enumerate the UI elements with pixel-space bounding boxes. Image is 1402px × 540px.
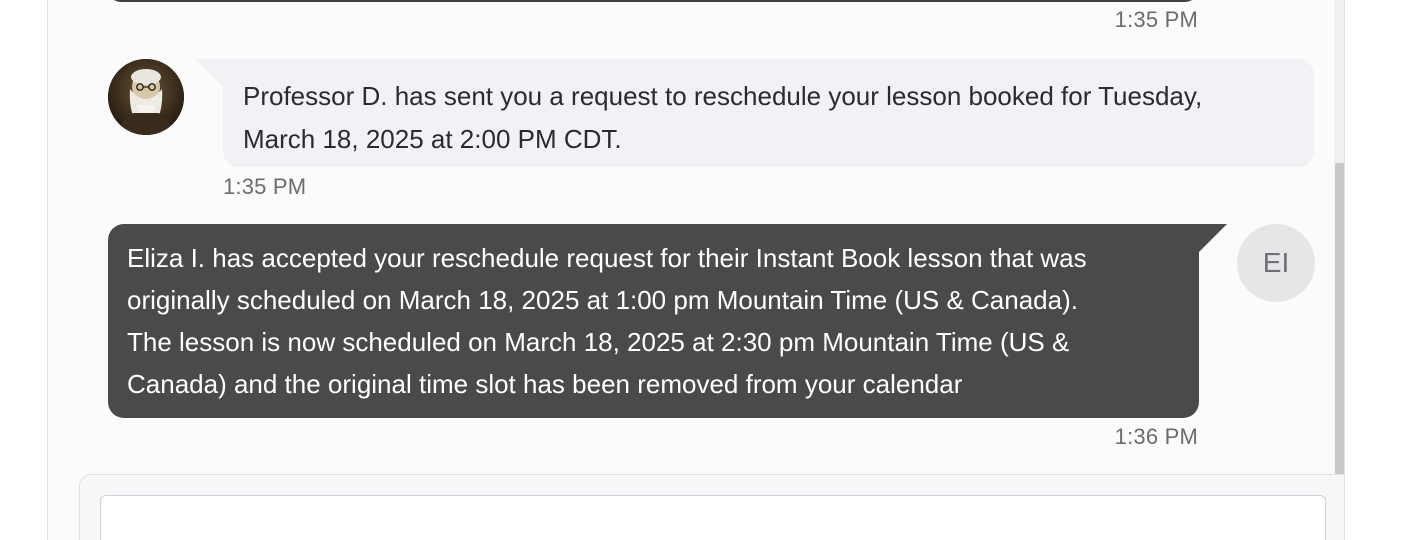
incoming-message-bubble: Professor D. has sent you a request to r… (195, 59, 1314, 167)
chat-panel: 1:35 PM Professor D. has sent you a requ… (47, 0, 1345, 540)
outgoing-message-bubble: Eliza I. has accepted your reschedule re… (108, 224, 1227, 418)
message-text-line: The lesson is now scheduled on March 18,… (127, 327, 1070, 357)
user-initials-avatar[interactable]: EI (1237, 224, 1315, 302)
message-timestamp: 1:35 PM (223, 174, 307, 199)
sender-avatar[interactable] (108, 59, 184, 135)
message-timestamp: 1:35 PM (1114, 7, 1198, 32)
message-text-line: March 18, 2025 at 2:00 PM CDT. (243, 124, 622, 154)
bubble-tail (1199, 224, 1227, 252)
page: 1:35 PM Professor D. has sent you a requ… (0, 0, 1402, 540)
previous-message-bubble (108, 0, 1198, 2)
message-input[interactable] (100, 495, 1326, 540)
message-text-line: Canada) and the original time slot has b… (127, 369, 963, 399)
message-timestamp: 1:36 PM (1114, 424, 1198, 449)
message-composer (79, 474, 1344, 540)
message-text-line: Professor D. has sent you a request to r… (243, 81, 1203, 111)
message-text-line: Eliza I. has accepted your reschedule re… (127, 243, 1087, 273)
scrollbar-thumb[interactable] (1335, 163, 1344, 474)
message-text-line: originally scheduled on March 18, 2025 a… (127, 285, 1078, 315)
chat-scrollbar[interactable] (1334, 0, 1344, 474)
bubble-tail (195, 59, 223, 87)
user-photo-icon (108, 59, 184, 135)
